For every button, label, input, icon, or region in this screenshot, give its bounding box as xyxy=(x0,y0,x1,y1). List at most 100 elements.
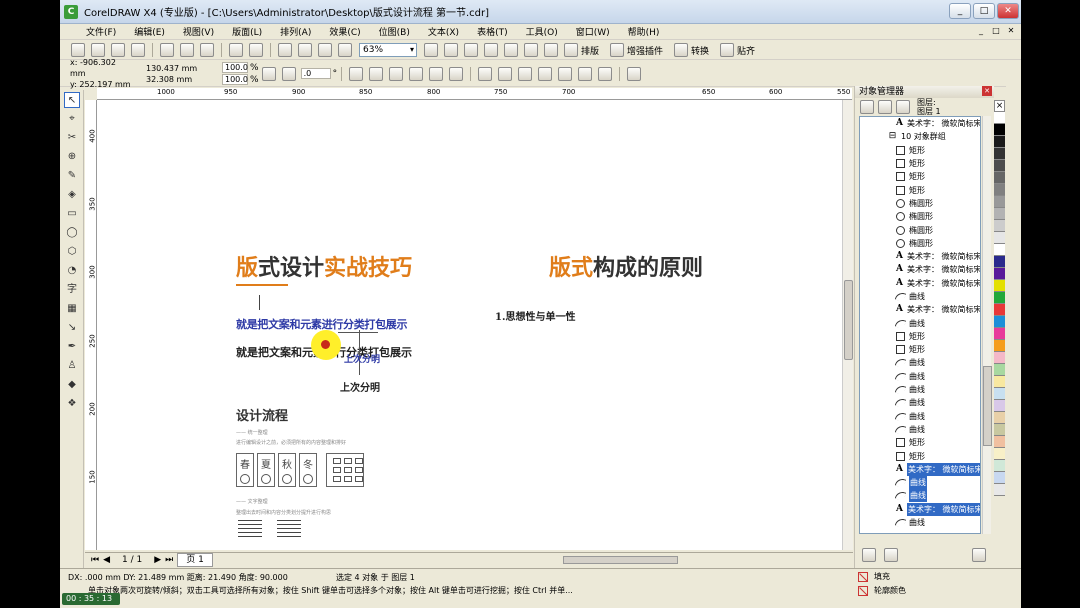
plugin-icon[interactable] xyxy=(610,43,625,57)
principle-item[interactable]: 1.思想性与单一性 xyxy=(495,308,575,323)
season-cell[interactable]: 冬 xyxy=(299,453,317,487)
color-swatch[interactable] xyxy=(994,448,1005,460)
menu-window[interactable]: 窗口(W) xyxy=(567,25,619,38)
mirror-horizontal-icon[interactable] xyxy=(349,66,364,81)
object-tree-item[interactable]: 椭圆形 xyxy=(860,210,980,223)
new-layer-icon[interactable] xyxy=(862,548,876,562)
new-document-icon[interactable] xyxy=(71,43,85,57)
rotation-field[interactable]: .0 xyxy=(300,68,331,79)
zoom-selected-icon[interactable] xyxy=(464,43,478,57)
color-swatch[interactable] xyxy=(994,436,1005,448)
fill-indicator[interactable]: 填充 xyxy=(858,571,890,582)
title-right[interactable]: 版式构成的原则 xyxy=(549,250,703,282)
object-tree-item[interactable]: 曲线 xyxy=(860,290,980,303)
color-swatch[interactable] xyxy=(994,124,1005,136)
color-swatch[interactable] xyxy=(994,388,1005,400)
edit-across-layers-icon[interactable] xyxy=(878,100,892,114)
zoom-tool-icon[interactable]: ⊕ xyxy=(64,149,80,165)
scrollbar-thumb[interactable] xyxy=(844,280,853,360)
color-swatch[interactable] xyxy=(994,316,1005,328)
object-tree-item[interactable]: 矩形 xyxy=(860,436,980,449)
x-position-field[interactable]: x: -906.302 mm xyxy=(70,57,132,79)
color-swatch[interactable] xyxy=(994,196,1005,208)
zoom-level-select[interactable]: 63% xyxy=(359,43,417,57)
outline-tool-icon[interactable]: ♙ xyxy=(64,358,80,374)
color-swatch[interactable] xyxy=(994,424,1005,436)
print-icon[interactable] xyxy=(131,43,145,57)
ungroup-all-icon[interactable] xyxy=(429,66,444,81)
align-distribute-icon[interactable] xyxy=(627,66,642,81)
color-swatch[interactable] xyxy=(994,172,1005,184)
menu-arrange[interactable]: 排列(A) xyxy=(271,25,320,38)
color-swatch[interactable] xyxy=(994,292,1005,304)
doc-maximize-button[interactable]: □ xyxy=(990,25,1002,37)
save-icon[interactable] xyxy=(111,43,125,57)
zoom-page-icon[interactable] xyxy=(504,43,518,57)
zoom-width-icon[interactable] xyxy=(524,43,538,57)
object-tree-item[interactable]: 曲线 xyxy=(860,423,980,436)
width-field[interactable]: 130.437 mm xyxy=(146,63,208,74)
object-tree-item[interactable]: 曲线 xyxy=(860,370,980,383)
eyedropper-tool-icon[interactable]: ✒ xyxy=(64,339,80,355)
lock-ratio-icon[interactable] xyxy=(261,66,276,81)
vertical-line[interactable] xyxy=(259,295,260,310)
object-tree-item[interactable]: A 美术字： 微软简标宋 xyxy=(860,263,980,276)
caption-unify-desc[interactable]: 进行编辑设计之前，必须把所有的内容整理和排好 xyxy=(236,439,346,446)
create-boundary-icon[interactable] xyxy=(598,66,613,81)
zoom-in-icon[interactable] xyxy=(424,43,438,57)
back-minus-front-icon[interactable] xyxy=(578,66,593,81)
export-icon[interactable] xyxy=(298,43,312,57)
menu-text[interactable]: 文本(X) xyxy=(419,25,468,38)
convert-icon[interactable] xyxy=(674,43,689,57)
object-tree-item[interactable]: 矩形 xyxy=(860,343,980,356)
menu-help[interactable]: 帮助(H) xyxy=(619,25,669,38)
shape-tool-icon[interactable]: ⌖ xyxy=(64,111,80,127)
layer-manager-view-icon[interactable] xyxy=(896,100,910,114)
outline-indicator[interactable]: 轮廓颜色 xyxy=(858,585,906,596)
object-tree-item[interactable]: 椭圆形 xyxy=(860,197,980,210)
open-folder-icon[interactable] xyxy=(91,43,105,57)
text-lines-icon[interactable] xyxy=(277,520,301,540)
polygon-tool-icon[interactable]: ⬡ xyxy=(64,244,80,260)
typeset-icon[interactable] xyxy=(564,43,578,57)
interactive-fill-tool-icon[interactable]: ❖ xyxy=(64,396,80,412)
height-field[interactable]: 32.308 mm xyxy=(146,74,208,85)
scrollbar-thumb[interactable] xyxy=(983,366,992,446)
object-tree-item[interactable]: 椭圆形 xyxy=(860,223,980,236)
section-title[interactable]: 设计流程 xyxy=(236,405,288,424)
object-tree-item[interactable]: A 美术字： 微软简标宋 xyxy=(860,462,980,476)
season-cell[interactable]: 秋 xyxy=(278,453,296,487)
maximize-button[interactable]: □ xyxy=(973,3,995,19)
menu-effects[interactable]: 效果(C) xyxy=(320,25,369,38)
caption-text-arrange-desc[interactable]: 整理出去时间和内容分类划分提升进行构思 xyxy=(236,509,331,516)
canvas-horizontal-scrollbar[interactable] xyxy=(563,556,678,564)
next-page-button[interactable]: ▶ xyxy=(154,555,161,565)
color-swatch[interactable] xyxy=(994,364,1005,376)
color-swatch[interactable] xyxy=(994,208,1005,220)
object-tree[interactable]: A 美术字： 微软简标宋 ⊟ 10 对象群组 矩形 矩形 矩形 矩形 椭圆形 椭圆形 椭圆形 椭圆形 A… xyxy=(859,116,981,534)
scale-x-field[interactable]: 100.0 xyxy=(222,62,248,73)
color-swatch[interactable] xyxy=(994,472,1005,484)
object-tree-item[interactable]: 矩形 xyxy=(860,170,980,183)
front-minus-back-icon[interactable] xyxy=(558,66,573,81)
season-cell[interactable]: 夏 xyxy=(257,453,275,487)
object-tree-item[interactable]: 矩形 xyxy=(860,330,980,343)
object-tree-item[interactable]: 矩形 xyxy=(860,144,980,157)
copy-icon[interactable] xyxy=(180,43,194,57)
welcome-screen-icon[interactable] xyxy=(338,43,352,57)
paste-icon[interactable] xyxy=(200,43,214,57)
no-color-swatch[interactable]: ⨯ xyxy=(994,100,1005,112)
basic-shapes-tool-icon[interactable]: ◔ xyxy=(64,263,80,279)
object-tree-item[interactable]: A 美术字： 微软简标宋 xyxy=(860,502,980,516)
color-swatch[interactable] xyxy=(994,268,1005,280)
rotate-icon[interactable] xyxy=(281,66,296,81)
trim-icon[interactable] xyxy=(498,66,513,81)
typeset-button[interactable]: 排版 xyxy=(581,44,599,57)
color-swatch[interactable] xyxy=(994,184,1005,196)
color-swatch[interactable] xyxy=(994,328,1005,340)
menu-bitmaps[interactable]: 位图(B) xyxy=(370,25,419,38)
crop-tool-icon[interactable]: ✂ xyxy=(64,130,80,146)
collapse-group-icon[interactable]: ⊟ xyxy=(888,132,897,141)
color-swatch[interactable] xyxy=(994,160,1005,172)
show-properties-icon[interactable] xyxy=(860,100,874,114)
